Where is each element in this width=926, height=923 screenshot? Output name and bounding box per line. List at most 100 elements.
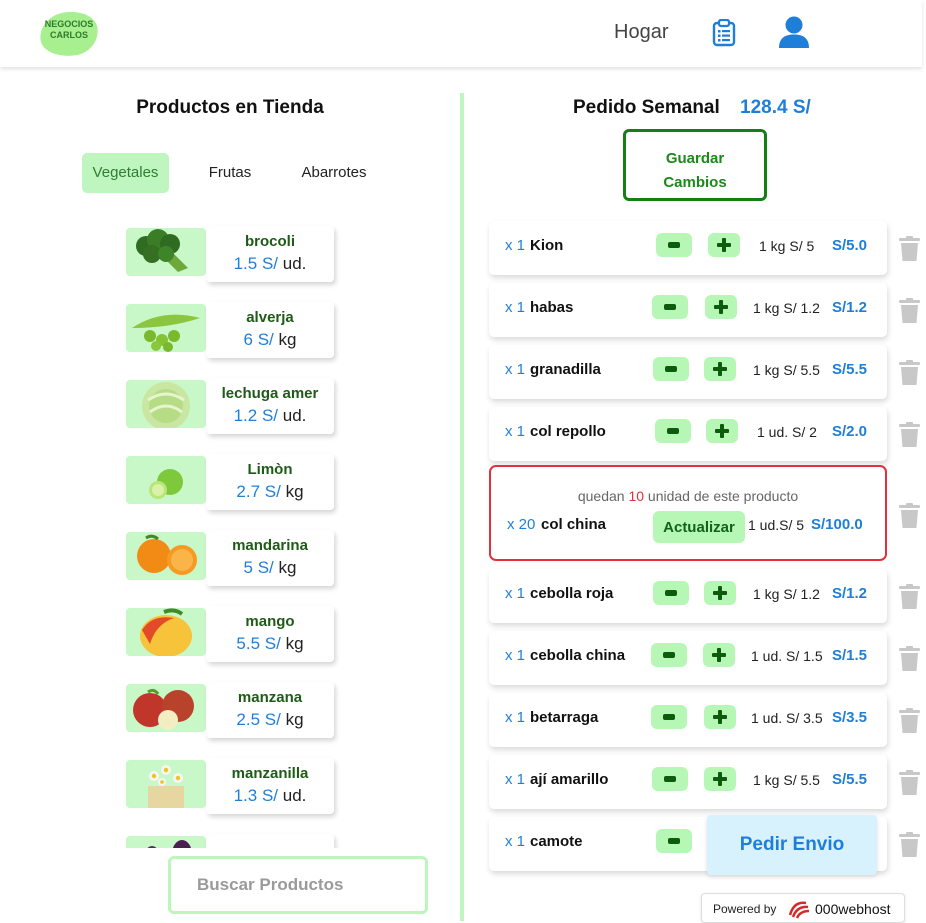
request-delivery-button[interactable]: Pedir Envio xyxy=(707,815,877,875)
decrease-button[interactable] xyxy=(651,643,687,667)
product-name: brocoli xyxy=(244,233,295,250)
tab-abarrotes[interactable]: Abarrotes xyxy=(293,153,375,193)
trash-icon[interactable] xyxy=(899,584,920,609)
decrease-button[interactable] xyxy=(653,357,689,381)
nav-home-link[interactable]: Hogar xyxy=(614,21,668,44)
lettuce-icon xyxy=(142,382,190,428)
increase-button[interactable] xyxy=(704,767,736,791)
order-item-total: S/5.5 xyxy=(832,361,868,378)
product-price: 5 S/ kg xyxy=(243,558,297,577)
order-item: x 1 col repollo 1 ud. S/ 2 S/2.0 xyxy=(489,407,887,461)
broccoli-icon xyxy=(136,229,188,272)
product-info: mandarina 5 S/ kg xyxy=(206,530,334,586)
order-item-qty[interactable]: x 20 xyxy=(507,516,535,533)
product-image xyxy=(126,228,206,276)
product-image xyxy=(126,532,206,580)
trash-icon[interactable] xyxy=(899,298,920,323)
product-list[interactable]: brocoli 1.5 S/ ud. alverja 6 S/ kg lechu… xyxy=(120,218,340,848)
increase-button[interactable] xyxy=(708,233,740,257)
tab-vegetales[interactable]: Vegetales xyxy=(82,153,169,193)
order-item-name: ají amarillo xyxy=(530,771,609,788)
order-item: x 1 habas 1 kg S/ 1.2 S/1.2 xyxy=(489,283,887,337)
webhost-name: 000webhost xyxy=(815,901,891,917)
powered-by-badge[interactable]: Powered by 000webhost xyxy=(701,893,905,923)
order-item: x 1 betarraga 1 ud. S/ 3.5 S/3.5 xyxy=(489,693,887,747)
product-card[interactable]: lechuga amer 1.2 S/ ud. xyxy=(120,370,340,434)
order-item-name: camote xyxy=(530,833,583,850)
decrease-button[interactable] xyxy=(652,767,688,791)
order-item-qty: x 1 xyxy=(505,585,526,602)
order-item-name: betarraga xyxy=(530,709,599,726)
trash-icon[interactable] xyxy=(899,422,920,447)
product-card[interactable]: Limòn 2.7 S/ kg xyxy=(120,446,340,510)
trash-icon[interactable] xyxy=(899,832,920,857)
order-item-name: cebolla roja xyxy=(530,585,614,602)
order-item: x 1 cebolla roja 1 kg S/ 1.2 S/1.2 xyxy=(489,569,887,623)
increase-button[interactable] xyxy=(704,581,736,605)
product-info: lechuga amer 1.2 S/ ud. xyxy=(206,378,334,434)
decrease-button[interactable] xyxy=(656,233,692,257)
decrease-button[interactable] xyxy=(656,829,692,853)
trash-icon[interactable] xyxy=(899,646,920,671)
increase-button[interactable] xyxy=(705,295,737,319)
product-card[interactable]: brocoli 1.5 S/ ud. xyxy=(120,218,340,282)
tab-frutas[interactable]: Frutas xyxy=(196,153,264,193)
order-item: x 1 ají amarillo 1 kg S/ 5.5 S/5.5 xyxy=(489,755,887,809)
clipboard-icon[interactable] xyxy=(712,19,736,47)
decrease-button[interactable] xyxy=(653,581,689,605)
product-card[interactable]: manzana 2.5 S/ kg xyxy=(120,674,340,738)
product-card[interactable]: mango 5.5 S/ kg xyxy=(120,598,340,662)
product-card[interactable]: manzanilla 1.3 S/ ud. xyxy=(120,750,340,814)
column-divider xyxy=(460,93,464,921)
product-image xyxy=(126,760,206,808)
decrease-button[interactable] xyxy=(655,419,691,443)
product-image xyxy=(126,836,206,848)
save-label-line2: Cambios xyxy=(663,173,727,191)
order-item-total: S/1.2 xyxy=(832,585,868,602)
navbar: NEGOCIOS CARLOS Hogar xyxy=(0,0,922,67)
order-item-total: S/1.5 xyxy=(832,647,868,664)
trash-icon[interactable] xyxy=(899,503,920,528)
increase-button[interactable] xyxy=(703,643,735,667)
search-box[interactable] xyxy=(168,856,428,914)
order-item-unit-price: 1 kg S/ 5 xyxy=(759,238,815,254)
update-button[interactable]: Actualizar xyxy=(653,511,745,543)
decrease-button[interactable] xyxy=(652,295,688,319)
apple-icon xyxy=(133,688,194,730)
search-input[interactable] xyxy=(171,859,425,911)
trash-icon[interactable] xyxy=(899,708,920,733)
product-card[interactable] xyxy=(120,826,340,848)
eggplant-icon xyxy=(147,840,192,848)
peas-icon xyxy=(132,314,200,352)
product-info xyxy=(206,834,334,848)
stock-message: quedan 10 unidad de este producto xyxy=(577,488,799,504)
product-price: 6 S/ kg xyxy=(243,330,297,349)
mango-icon xyxy=(140,608,192,656)
product-image xyxy=(126,380,206,428)
brand-logo[interactable]: NEGOCIOS CARLOS xyxy=(37,8,101,60)
save-changes-button[interactable]: Guardar Cambios xyxy=(623,129,767,201)
increase-button[interactable] xyxy=(704,357,736,381)
order-item-unit-price: 1 ud. S/ 1.5 xyxy=(751,648,823,664)
order-item: x 1 Kion 1 kg S/ 5 S/5.0 xyxy=(489,221,887,275)
order-item-name: granadilla xyxy=(530,361,601,378)
decrease-button[interactable] xyxy=(651,705,687,729)
product-price: 5.5 S/ kg xyxy=(236,634,304,653)
order-item-name: col china xyxy=(541,516,607,533)
order-item-qty: x 1 xyxy=(505,423,526,440)
trash-icon[interactable] xyxy=(899,770,920,795)
increase-button[interactable] xyxy=(704,705,736,729)
increase-button[interactable] xyxy=(706,419,738,443)
product-image xyxy=(126,608,206,656)
product-card[interactable]: mandarina 5 S/ kg xyxy=(120,522,340,586)
logo-text: NEGOCIOS CARLOS xyxy=(44,19,94,40)
mandarin-icon xyxy=(137,534,197,575)
trash-icon[interactable] xyxy=(899,360,920,385)
product-info: manzanilla 1.3 S/ ud. xyxy=(206,758,334,814)
trash-icon[interactable] xyxy=(899,236,920,261)
order-item-unit-price: 1 ud. S/ 2 xyxy=(757,424,817,440)
order-item-unit-price: 1 kg S/ 5.5 xyxy=(753,772,820,788)
product-card[interactable]: alverja 6 S/ kg xyxy=(120,294,340,358)
user-icon[interactable] xyxy=(777,15,811,49)
order-item-qty: x 1 xyxy=(505,361,526,378)
